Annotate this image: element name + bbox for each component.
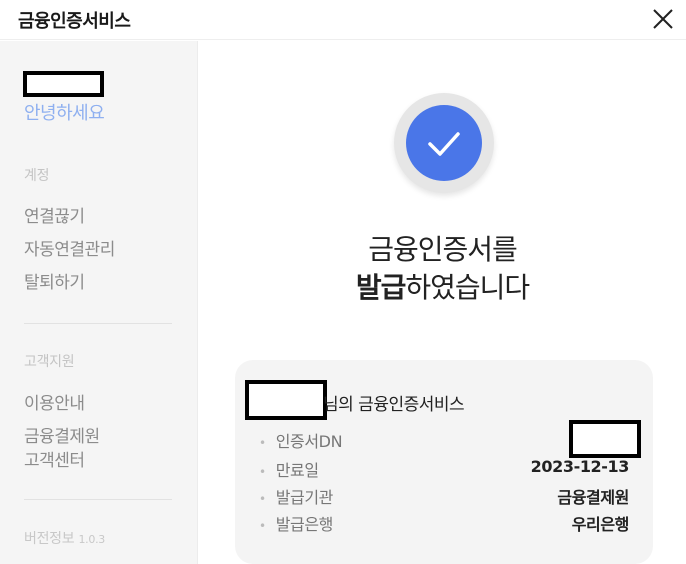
headline-line-2: 발급하였습니다 [199,266,686,306]
headline-rest: 하였습니다 [405,271,530,304]
card-title: 님의 금융인증서비스 [323,395,465,415]
headline-line-1: 금융인증서를 [368,233,518,266]
redacted-username [23,71,104,97]
row-value-bank: 우리은행 [571,515,630,534]
row-label-expiry: 만료일 [259,457,319,481]
row-value-expiry: 2023-12-13 [530,457,630,476]
redacted-dn-value [569,420,641,458]
row-label-bank: 발급은행 [259,511,334,535]
checkmark-icon [428,132,460,156]
version-label: 버전정보 [24,531,75,547]
close-icon [653,9,673,29]
sidebar-item-disconnect[interactable]: 연결끊기 [24,205,85,229]
sidebar-divider [24,323,172,324]
version-number: 1.0.3 [78,533,105,546]
sidebar: 안녕하세요 계정 연결끊기 자동연결관리 탈퇴하기 고객지원 이용안내 금융결제… [0,41,198,564]
success-badge-circle [406,105,482,181]
app-window: 금융인증서비스 안녕하세요 계정 연결끊기 자동연결관리 탈퇴하기 고객지원 이… [0,0,686,564]
close-button[interactable] [650,6,676,32]
row-value-issuer: 금융결제원 [557,488,629,507]
row-label-dn: 인증서DN [259,428,343,452]
redacted-user-name [245,380,327,420]
sidebar-item-customer-center[interactable]: 금융결제원 고객센터 [24,425,100,473]
success-badge [394,93,494,193]
version-info: 버전정보 1.0.3 [24,528,105,548]
title-bar: 금융인증서비스 [0,0,686,40]
sidebar-item-withdraw[interactable]: 탈퇴하기 [24,271,85,295]
certificate-info-card: 님의 금융인증서비스 인증서DN 만료일 2023-12-13 발급기관 금융결… [235,360,653,564]
window-title: 금융인증서비스 [18,11,131,32]
row-label-issuer: 발급기관 [259,484,334,508]
sidebar-item-auto-connect[interactable]: 자동연결관리 [24,238,115,262]
main-content: 금융인증서를 발급하였습니다 님의 금융인증서비스 인증서DN 만료일 2023… [199,41,686,564]
headline-bold-word: 발급 [355,271,407,304]
sidebar-item-guide[interactable]: 이용안내 [24,392,85,416]
support-section-label: 고객지원 [24,354,75,370]
account-section-label: 계정 [24,168,50,184]
sidebar-divider [24,499,172,500]
greeting-text: 안녕하세요 [24,103,105,124]
